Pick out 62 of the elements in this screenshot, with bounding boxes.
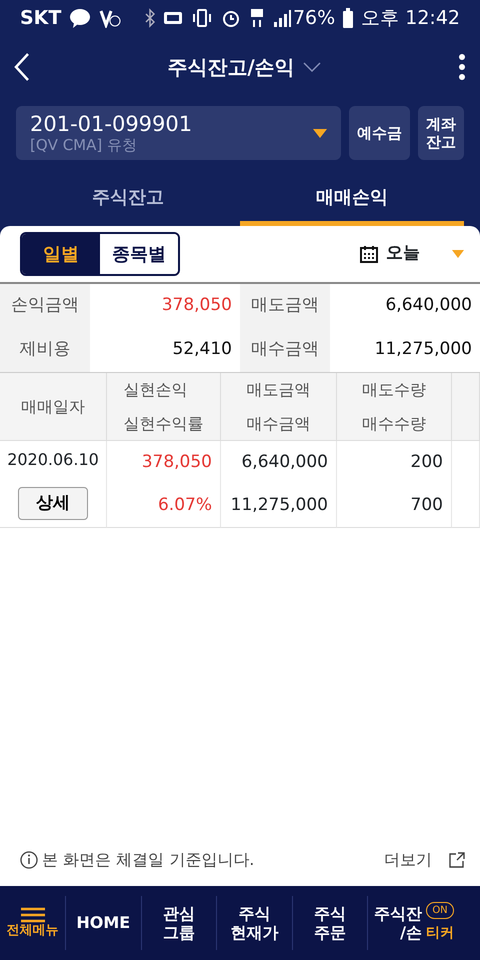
nav-item[interactable]: 관심 그룹 xyxy=(142,896,217,950)
account-name: [QV CMA] 유청 xyxy=(30,137,138,154)
more-button[interactable] xyxy=(458,53,466,81)
column-header: 매도수량 매수수량 xyxy=(337,373,452,441)
segment-button[interactable]: 일별 xyxy=(22,234,100,274)
calendar-icon xyxy=(360,245,378,263)
table-cell-text: 200 xyxy=(410,450,443,474)
detail-button[interactable]: 상세 xyxy=(18,486,88,520)
alarm-icon xyxy=(220,8,241,28)
summary-value: 6,640,000 xyxy=(384,294,473,318)
clock: 오후 12:42 xyxy=(361,6,460,31)
vibrate-icon xyxy=(190,8,213,28)
bluetooth-icon xyxy=(144,8,155,28)
column-header: 실현손익 실현수익률 xyxy=(107,373,221,441)
ticker-toggle[interactable]: ON xyxy=(426,902,454,919)
lte-icon xyxy=(248,8,265,28)
more-icon xyxy=(458,53,466,81)
nav-item[interactable]: 주식 현재가 xyxy=(217,896,292,950)
column-header: 매도금액 매수금액 xyxy=(221,373,337,441)
account-selector[interactable]: 201-01-099901 [QV CMA] 유청 xyxy=(16,106,341,160)
nav-item[interactable]: 주식잔 /손 xyxy=(374,896,422,950)
table-cell-text: 6.07% xyxy=(158,494,212,517)
chat-icon xyxy=(69,8,92,28)
dropdown-icon xyxy=(452,250,464,258)
back-icon xyxy=(14,52,30,82)
summary-value: 378,050 xyxy=(160,294,233,318)
column-header: 매매일자 xyxy=(0,373,107,441)
more-link[interactable]: 더보기 xyxy=(384,848,466,872)
period-dropdown[interactable]: 오늘 xyxy=(360,241,464,267)
nav-item[interactable]: HOME xyxy=(66,896,142,950)
external-link-icon xyxy=(448,851,466,869)
battery-icon xyxy=(343,8,354,28)
summary-label: 제비용 xyxy=(0,328,90,372)
summary-value: 11,275,000 xyxy=(374,338,473,362)
nfc-icon xyxy=(162,11,183,25)
account-number: 201-01-099901 xyxy=(30,112,194,138)
table-cell-text: 6,640,000 xyxy=(241,450,328,474)
nav-item[interactable]: 주식 주문 xyxy=(292,896,368,950)
screen-title: 주식잔고/손익 xyxy=(167,54,295,81)
table-cell-text: 2020.06.10 xyxy=(7,449,99,472)
tab[interactable]: 주식잔고 xyxy=(16,168,240,226)
summary-value: 52,410 xyxy=(172,338,233,362)
battery-level: 76% xyxy=(292,6,336,31)
summary-label: 매도금액 xyxy=(240,284,330,328)
dropdown-icon xyxy=(313,128,327,138)
info-icon xyxy=(20,851,38,869)
back-button[interactable] xyxy=(14,52,30,82)
ticker-label: 티커 xyxy=(426,924,454,943)
menu-icon xyxy=(20,907,44,924)
chevron-down-icon[interactable] xyxy=(302,62,321,72)
account-action-button[interactable]: 계좌 잔고 xyxy=(418,106,464,160)
account-action-button[interactable]: 예수금 xyxy=(349,106,410,160)
table-cell-text: 700 xyxy=(410,494,443,517)
notification-icon xyxy=(99,8,122,28)
summary-label: 손익금액 xyxy=(0,284,90,328)
table-cell-text: 378,050 xyxy=(142,450,212,474)
carrier-name: SKT xyxy=(20,6,62,31)
summary-label: 매수금액 xyxy=(240,328,330,372)
menu-button[interactable]: 전체메뉴 xyxy=(0,896,66,950)
signal-icon xyxy=(272,9,291,27)
table-cell-text: 11,275,000 xyxy=(230,494,328,517)
notice-text: 본 화면은 체결일 기준입니다. xyxy=(42,849,256,871)
